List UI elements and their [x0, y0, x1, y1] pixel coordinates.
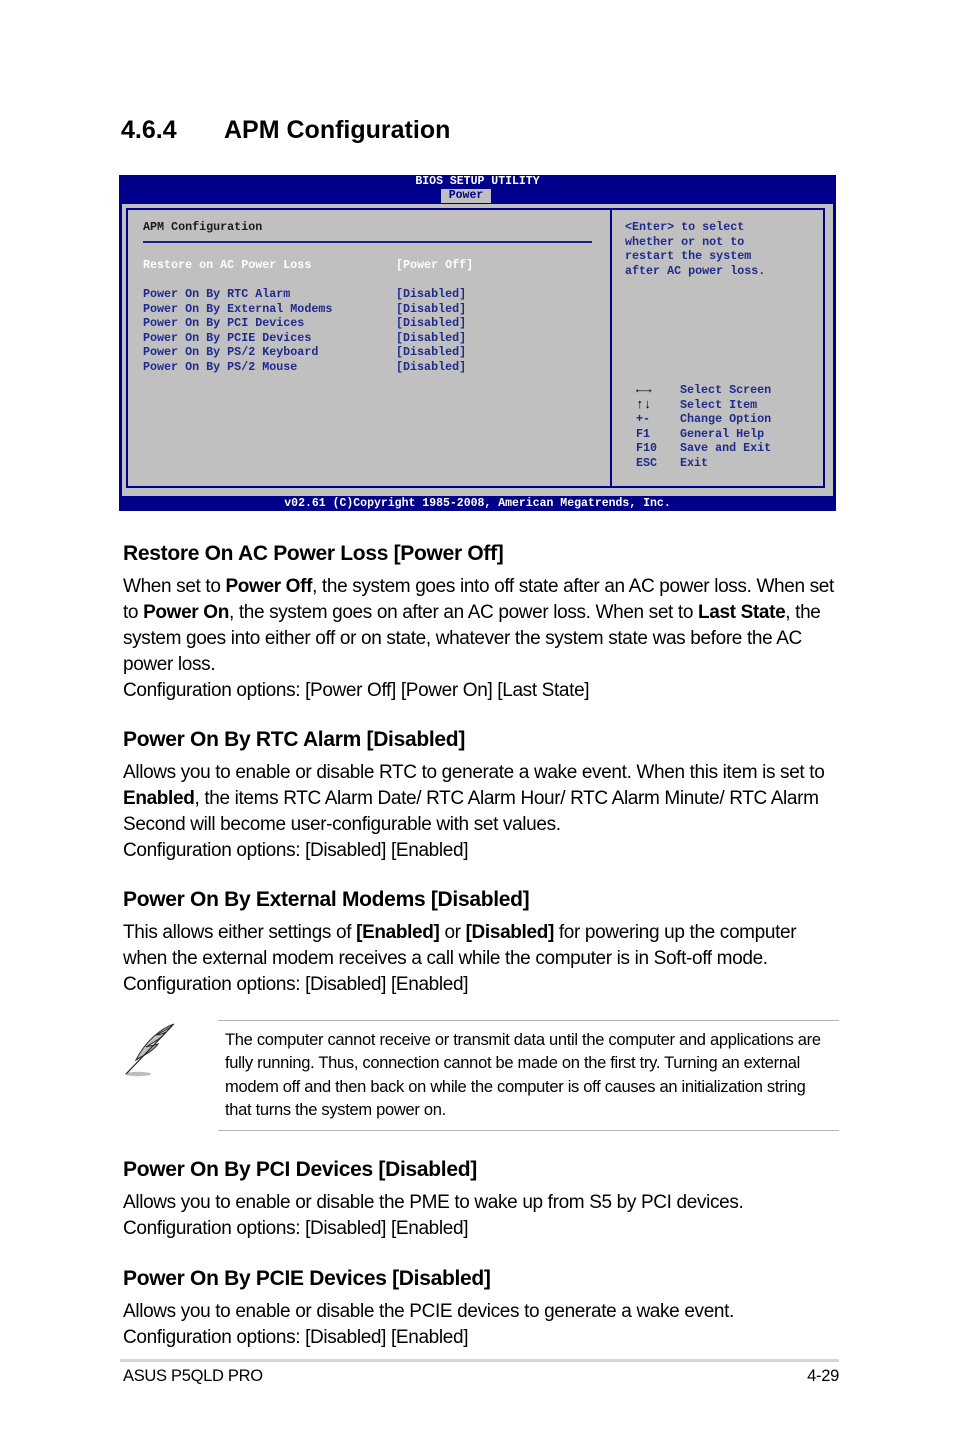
- text: When set to: [123, 576, 226, 597]
- key-action: Select Screen: [680, 383, 772, 397]
- entry-options: Configuration options: [Power Off] [Powe…: [123, 680, 590, 701]
- section-title-text: APM Configuration: [224, 116, 451, 144]
- bios-item-value: [Disabled]: [396, 287, 467, 301]
- bold-term: Enabled: [123, 788, 195, 809]
- entry-description: When set to Power Off, the system goes i…: [123, 574, 843, 678]
- bios-item-list: Restore on AC Power Loss [Power Off] Pow…: [143, 258, 473, 374]
- key-legend-row: ESC Exit: [636, 456, 771, 471]
- footer-page-number: 4-29: [807, 1367, 839, 1385]
- key-action: Exit: [680, 455, 709, 470]
- entry-options: Configuration options: [Disabled] [Enabl…: [123, 1218, 469, 1239]
- section-number: 4.6.4: [121, 116, 177, 144]
- entry-restore-ac-power-loss: Restore On AC Power Loss [Power Off] Whe…: [123, 542, 843, 704]
- key-legend-row: F10 Save and Exit: [636, 441, 771, 456]
- entry-description: Allows you to enable or disable the PCIE…: [123, 1301, 734, 1322]
- entry-pcie-devices: Power On By PCIE Devices [Disabled] Allo…: [123, 1267, 843, 1351]
- note-box: The computer cannot receive or transmit …: [218, 1020, 839, 1131]
- bios-divider: [610, 210, 612, 486]
- entry-description: Allows you to enable or disable the PME …: [123, 1192, 744, 1213]
- bios-inner-panel: APM Configuration Restore on AC Power Lo…: [126, 208, 825, 488]
- text: This allows either settings of: [123, 922, 357, 943]
- key-action: Select Item: [680, 397, 758, 412]
- footer-divider: [120, 1359, 839, 1362]
- bios-item-label: Power On By PS/2 Mouse: [143, 359, 298, 374]
- bios-title-rule: [143, 241, 592, 243]
- key-label: F10: [636, 441, 658, 455]
- key-label: ESC: [636, 455, 658, 470]
- entry-external-modems: Power On By External Modems [Disabled] T…: [123, 888, 843, 998]
- bold-term: Power Off: [225, 576, 313, 597]
- bios-item-label: Power On By RTC Alarm: [143, 287, 291, 301]
- bios-item-rtc-alarm[interactable]: Power On By RTC Alarm [Disabled]: [143, 287, 473, 302]
- key-legend-row: +- Change Option: [636, 412, 771, 427]
- text: , the items RTC Alarm Date/ RTC Alarm Ho…: [123, 788, 819, 835]
- text: , the system goes on after an AC power l…: [228, 602, 698, 623]
- bold-term: Power On: [143, 602, 229, 623]
- bold-term: Last State: [697, 602, 786, 623]
- bios-item-value: [Disabled]: [396, 330, 467, 345]
- key-legend-row: ←→ Select Screen: [636, 382, 772, 398]
- footer-product-name: ASUS P5QLD PRO: [123, 1367, 263, 1385]
- entry-description: Allows you to enable or disable RTC to g…: [123, 760, 843, 838]
- key-action: Save and Exit: [680, 441, 772, 455]
- entry-heading: Power On By RTC Alarm [Disabled]: [123, 728, 466, 751]
- bios-item-label: Power On By PCI Devices: [143, 316, 305, 330]
- entry-heading: Restore On AC Power Loss [Power Off]: [123, 542, 504, 565]
- tab-power[interactable]: Power: [441, 189, 491, 203]
- section-title: 4.6.4 APM Configuration: [121, 116, 450, 145]
- bios-item-value: [Disabled]: [396, 301, 467, 316]
- bios-item-label: Power On By PCIE Devices: [143, 330, 312, 345]
- entry-heading: Power On By External Modems [Disabled]: [123, 888, 530, 911]
- note-feather-icon: [125, 1023, 175, 1077]
- bios-screenshot: BIOS SETUP UTILITY Power APM Configurati…: [119, 175, 836, 511]
- bios-item-label: Restore on AC Power Loss: [143, 258, 312, 272]
- bios-title: BIOS SETUP UTILITY: [415, 175, 540, 188]
- bold-term: [Disabled]: [465, 922, 555, 943]
- key-label: F1: [636, 426, 651, 441]
- key-action: Change Option: [680, 412, 772, 426]
- note-text: The computer cannot receive or transmit …: [225, 1031, 821, 1119]
- entry-heading: Power On By PCI Devices [Disabled]: [123, 1158, 477, 1181]
- bios-item-external-modems[interactable]: Power On By External Modems [Disabled]: [143, 302, 473, 317]
- bios-item-label: Power On By External Modems: [143, 301, 333, 316]
- entry-options: Configuration options: [Disabled] [Enabl…: [123, 1327, 469, 1348]
- bios-panel-title: APM Configuration: [143, 220, 263, 234]
- entry-heading: Power On By PCIE Devices [Disabled]: [123, 1267, 491, 1290]
- entry-description: This allows either settings of [Enabled]…: [123, 920, 843, 998]
- left-right-arrows-icon: ←→: [636, 382, 652, 397]
- bios-item-value: [Power Off]: [396, 258, 474, 272]
- bios-item-value: [Disabled]: [396, 345, 467, 359]
- bios-item-label: Power On By PS/2 Keyboard: [143, 345, 319, 359]
- bios-item-value: [Disabled]: [396, 316, 467, 330]
- bios-key-legend: ←→ Select Screen ↑↓ Select Item +- Chang…: [636, 382, 772, 471]
- entry-options: Configuration options: [Disabled] [Enabl…: [123, 840, 469, 861]
- bios-help-text: <Enter> to select whether or not to rest…: [625, 220, 766, 278]
- text: or: [439, 922, 466, 943]
- key-legend-row: F1 General Help: [636, 427, 771, 442]
- up-down-arrows-icon: ↑↓: [636, 396, 652, 412]
- key-legend-row: ↑↓ Select Item: [636, 396, 771, 413]
- key-action: General Help: [680, 426, 765, 441]
- text: Allows you to enable or disable RTC to g…: [123, 762, 825, 783]
- bios-item-pcie-devices[interactable]: Power On By PCIE Devices [Disabled]: [143, 331, 473, 346]
- bios-item-ps2-keyboard[interactable]: Power On By PS/2 Keyboard [Disabled]: [143, 345, 473, 360]
- bios-item-ps2-mouse[interactable]: Power On By PS/2 Mouse [Disabled]: [143, 360, 473, 375]
- bios-copyright-footer: v02.61 (C)Copyright 1985-2008, American …: [284, 497, 671, 510]
- bios-item-pci-devices[interactable]: Power On By PCI Devices [Disabled]: [143, 316, 473, 331]
- key-label: +-: [636, 412, 651, 426]
- bold-term: [Enabled]: [356, 922, 440, 943]
- bios-frame: APM Configuration Restore on AC Power Lo…: [122, 204, 833, 496]
- bios-item-restore-ac-power-loss[interactable]: Restore on AC Power Loss [Power Off]: [143, 258, 473, 273]
- entry-rtc-alarm: Power On By RTC Alarm [Disabled] Allows …: [123, 728, 843, 864]
- bios-item-value: [Disabled]: [396, 359, 467, 374]
- entry-pci-devices: Power On By PCI Devices [Disabled] Allow…: [123, 1158, 843, 1242]
